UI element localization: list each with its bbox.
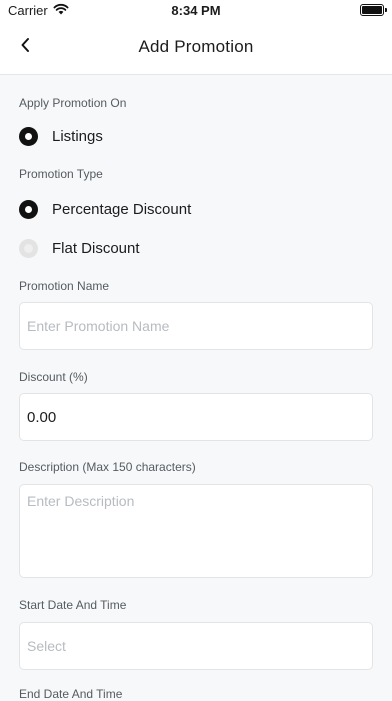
- start-date-label: Start Date And Time: [19, 598, 127, 612]
- discount-label: Discount (%): [19, 370, 88, 384]
- radio-option-label: Percentage Discount: [52, 201, 192, 218]
- apply-on-label: Apply Promotion On: [19, 96, 127, 110]
- chevron-left-icon: [20, 37, 30, 58]
- page-title: Add Promotion: [138, 37, 254, 56]
- description-textarea[interactable]: Enter Description: [19, 484, 373, 578]
- end-date-label: End Date And Time: [19, 687, 123, 701]
- radio-unselected-icon: [19, 239, 38, 258]
- discount-input[interactable]: 0.00: [19, 393, 373, 441]
- promotion-name-label: Promotion Name: [19, 279, 110, 293]
- status-bar: Carrier 8:34 PM: [0, 0, 392, 22]
- radio-selected-icon: [19, 127, 38, 146]
- radio-option-label: Listings: [52, 128, 103, 145]
- description-label: Description (Max 150 characters): [19, 460, 196, 474]
- radio-option-label: Flat Discount: [52, 240, 140, 257]
- navigation-bar: Add Promotion: [0, 22, 392, 75]
- status-time: 8:34 PM: [171, 3, 221, 18]
- back-button[interactable]: [12, 34, 38, 60]
- start-date-select[interactable]: Select: [19, 622, 373, 670]
- battery-icon: [360, 4, 387, 16]
- promotion-name-input[interactable]: Enter Promotion Name: [19, 302, 373, 350]
- promotion-type-label: Promotion Type: [19, 167, 103, 181]
- radio-option-percentage-discount[interactable]: Percentage Discount: [19, 200, 191, 219]
- radio-option-flat-discount[interactable]: Flat Discount: [19, 239, 140, 258]
- radio-selected-icon: [19, 200, 38, 219]
- radio-option-listings[interactable]: Listings: [19, 127, 103, 146]
